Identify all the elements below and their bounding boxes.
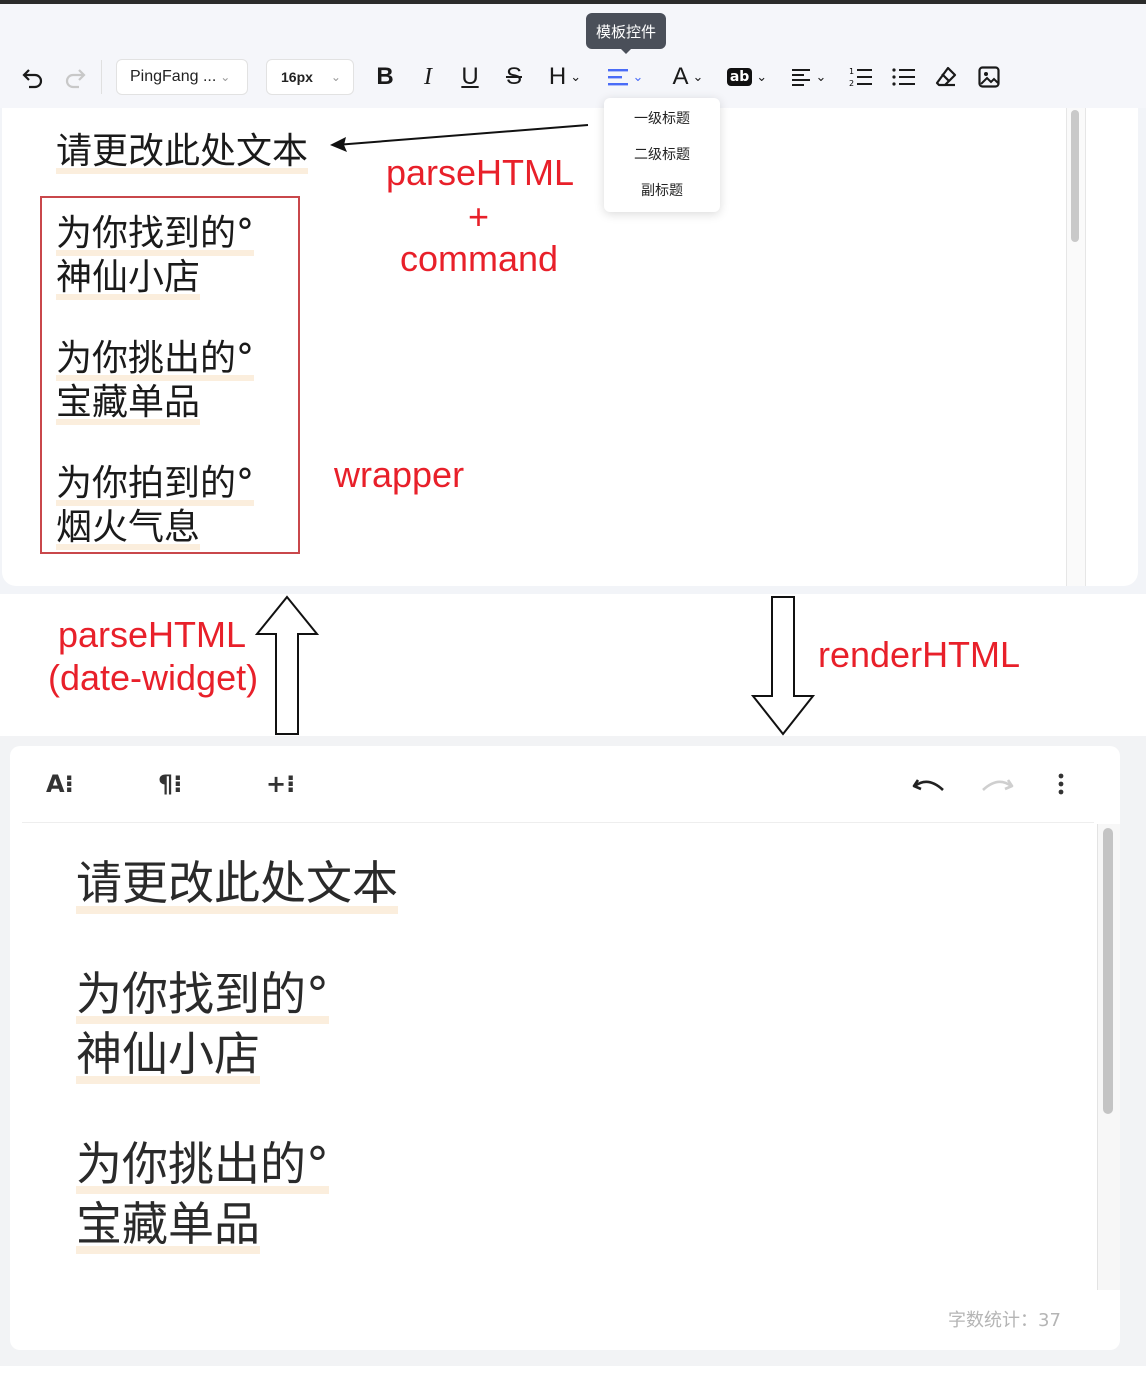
top-editor-scroll-thumb[interactable] (1071, 110, 1079, 242)
chevron-down-icon: ⌄ (756, 69, 768, 85)
wrapper-item-line: 为你挑出的° (56, 337, 255, 381)
bottom-item-line: 宝藏单品 (76, 1194, 260, 1254)
ordered-list-icon[interactable]: 12 (846, 62, 876, 92)
bottom-item-line: 神仙小店 (76, 1024, 260, 1084)
top-title-text: 请更改此处文本 (56, 130, 309, 174)
annotation-plus: + (468, 196, 490, 237)
heading-dropdown: 一级标题 二级标题 副标题 (604, 98, 720, 212)
chevron-down-icon: ⌄ (570, 69, 582, 85)
bottom-title-text: 请更改此处文本 (76, 852, 398, 914)
wrapper-item-line: 神仙小店 (56, 256, 201, 300)
wrapper-item: 为你拍到的° 烟火气息 (56, 462, 255, 550)
chevron-down-icon: ⌄ (330, 70, 341, 84)
bold-icon[interactable]: B (370, 62, 400, 92)
undo-icon[interactable] (912, 772, 946, 798)
redo-icon[interactable] (980, 772, 1014, 798)
bottom-editor-scroll-thumb[interactable] (1103, 828, 1113, 1114)
italic-icon[interactable]: I (413, 62, 443, 92)
arrow-down-icon (750, 596, 816, 736)
template-control-tooltip: 模板控件 (586, 13, 666, 54)
template-control-button[interactable]: ⌄ (602, 62, 648, 92)
wrapper-item: 为你找到的° 神仙小店 (56, 212, 255, 300)
svg-text:1: 1 (849, 67, 854, 76)
page-footer (0, 1366, 1146, 1380)
annotation-command: command (400, 238, 559, 279)
chevron-down-icon: ⌄ (692, 69, 704, 85)
bottom-item-line: 为你找到的° (76, 964, 329, 1024)
annotation-date-widget: (date-widget) (48, 657, 259, 698)
bottom-item-line: 为你挑出的° (76, 1134, 329, 1194)
bottom-item: 为你挑出的° 宝藏单品 (76, 1134, 329, 1254)
bottom-toolbar-divider (22, 822, 1094, 823)
font-size-select[interactable]: 16px ⌄ (266, 59, 354, 95)
font-color-button[interactable]: A ⌄ (665, 62, 711, 92)
eraser-icon[interactable] (931, 62, 961, 92)
chevron-down-icon: ⌄ (815, 69, 827, 85)
dropdown-item-subtitle[interactable]: 副标题 (604, 180, 720, 200)
undo-icon[interactable] (18, 62, 48, 92)
dropdown-item-h1[interactable]: 一级标题 (604, 108, 720, 128)
font-color-icon: A (672, 63, 689, 90)
wrapper-item: 为你挑出的° 宝藏单品 (56, 337, 255, 425)
wrapper-item-line: 为你拍到的° (56, 462, 255, 506)
highlight-icon: ab (726, 68, 753, 86)
align-button[interactable]: ⌄ (786, 62, 832, 92)
wrapper-item-line: 为你找到的° (56, 212, 255, 256)
font-size-value: 16px (281, 69, 313, 85)
dropdown-item-h2[interactable]: 二级标题 (604, 144, 720, 164)
highlight-button[interactable]: ab ⌄ (724, 62, 770, 92)
annotation-renderhtml: renderHTML (818, 634, 1021, 675)
image-icon[interactable] (974, 62, 1004, 92)
annotation-wrapper: wrapper (334, 454, 465, 495)
heading-icon: H (548, 63, 567, 90)
annotation-parsehtml: parseHTML (386, 152, 575, 193)
wrapper-item-line: 烟火气息 (56, 506, 201, 550)
wrapper-item-line: 宝藏单品 (56, 381, 201, 425)
align-left-icon (791, 69, 810, 86)
svg-text:2: 2 (849, 79, 854, 88)
font-family-select[interactable]: PingFang ... ⌄ (116, 59, 248, 95)
bullet-list-icon[interactable] (889, 62, 919, 92)
more-icon[interactable] (1054, 772, 1068, 798)
underline-icon[interactable]: U (455, 62, 485, 92)
heading-button[interactable]: H ⌄ (542, 62, 588, 92)
chevron-down-icon: ⌄ (220, 70, 231, 84)
insert-icon[interactable]: +⁝ (266, 770, 295, 798)
chevron-down-icon: ⌄ (632, 69, 644, 85)
bottom-item: 为你找到的° 神仙小店 (76, 964, 329, 1084)
paragraph-icon[interactable]: ¶⁝ (158, 770, 182, 798)
word-count: 字数统计：37 (948, 1310, 1061, 1331)
template-control-icon (607, 69, 628, 86)
annotation-parsehtml-widget: parseHTML (58, 614, 247, 655)
toolbar-separator (101, 60, 102, 94)
strikethrough-icon[interactable]: S (499, 62, 529, 92)
text-style-icon[interactable]: A⁝ (46, 770, 74, 798)
arrow-up-icon (254, 595, 320, 735)
font-family-value: PingFang ... (130, 68, 217, 85)
redo-icon[interactable] (60, 62, 90, 92)
